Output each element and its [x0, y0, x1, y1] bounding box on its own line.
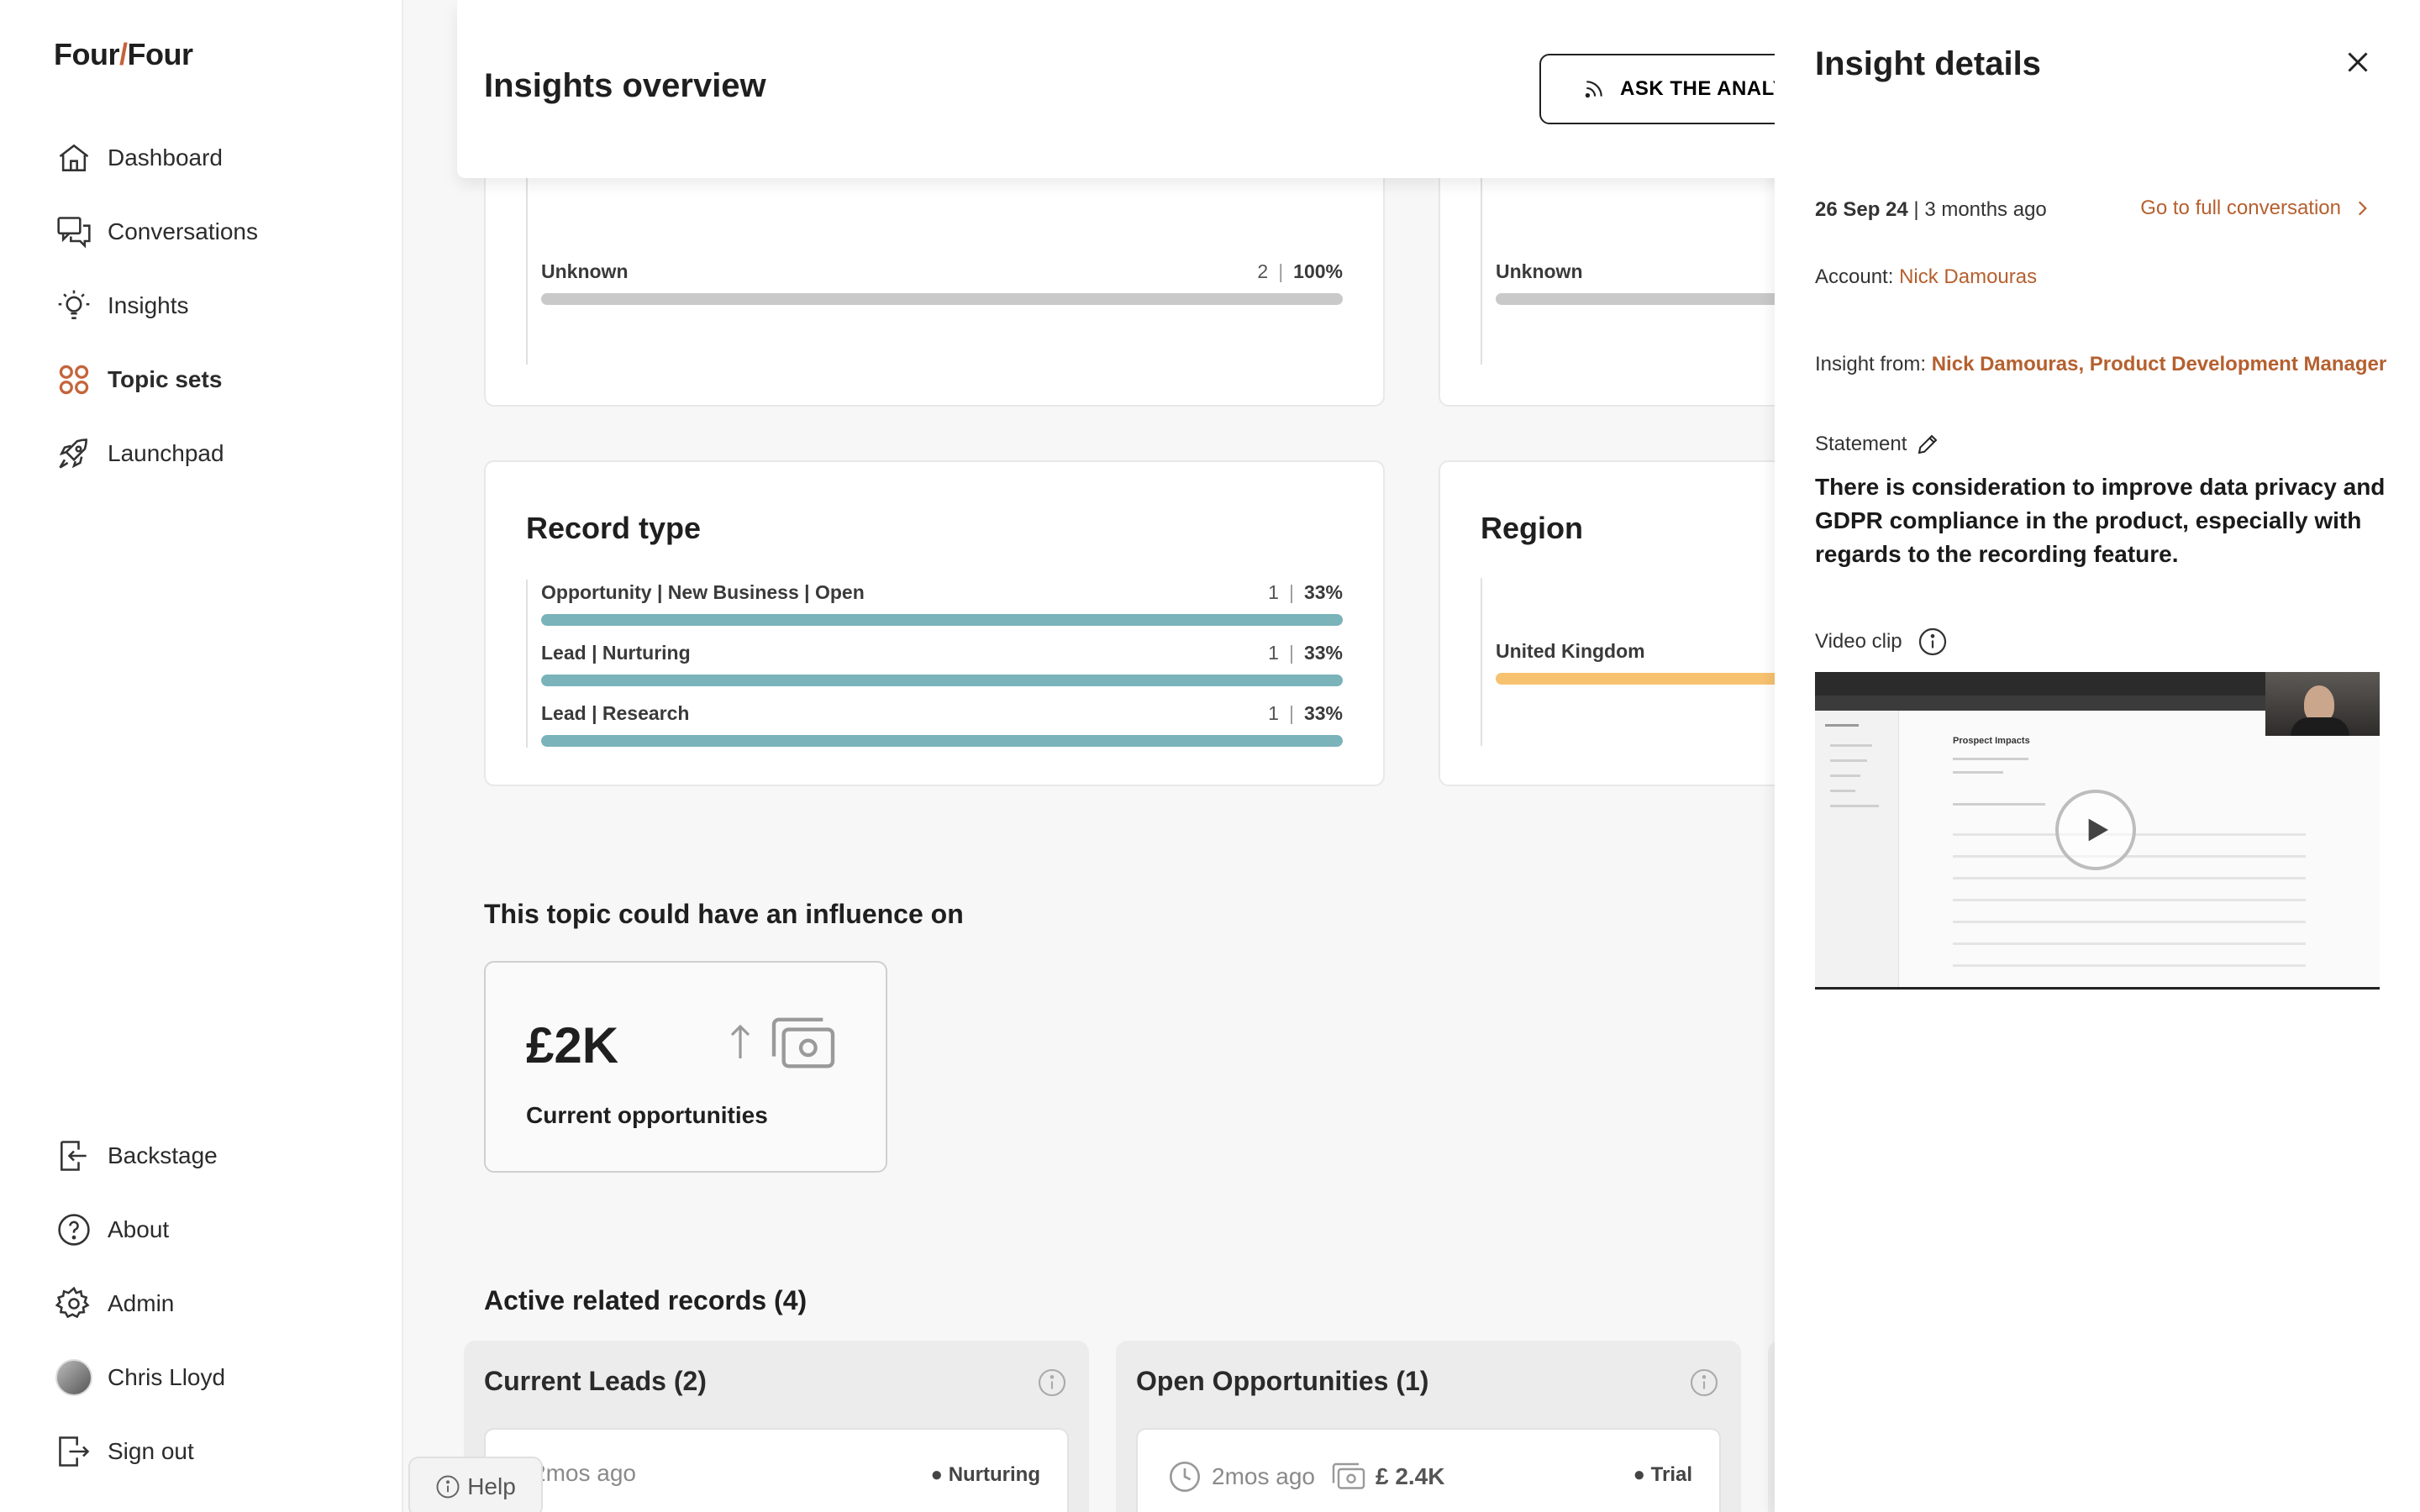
rss-icon [1585, 81, 1602, 98]
pencil-icon[interactable] [1915, 432, 1940, 457]
nav-dashboard[interactable]: Dashboard [54, 133, 223, 183]
third-records-card: C [1768, 1341, 1775, 1512]
progress-bar [541, 614, 1343, 626]
home-icon [54, 138, 94, 178]
nav-topic-sets[interactable]: Topic sets [54, 354, 222, 405]
help-circle-icon [54, 1210, 94, 1250]
insight-details-panel: Insight details 26 Sep 24 | 3 months ago… [1775, 0, 2420, 1512]
video-clip[interactable]: Prospect Impacts [1815, 672, 2380, 990]
chevron-right-icon [2358, 201, 2367, 216]
bar-row-united-kingdom: United Kingdom [1496, 640, 1775, 685]
insight-from-link[interactable]: Nick Damouras, Product Development Manag… [1932, 353, 2386, 375]
opportunity-record[interactable]: 2mos ago £ 2.4K ● Trial [1136, 1428, 1721, 1512]
bar-row: Lead | Research 1 | 33% [541, 702, 1343, 747]
progress-bar [1496, 293, 1775, 305]
influence-label: Current opportunities [526, 1102, 768, 1128]
nav-insights[interactable]: Insights [54, 281, 189, 331]
rocket-icon [54, 433, 94, 474]
page-header: Insights overview ASK THE ANALYS [457, 0, 1775, 178]
progress-bar [541, 293, 1343, 305]
money-icon [1332, 1462, 1365, 1489]
info-icon [436, 1475, 460, 1499]
nav-sign-out[interactable]: Sign out [54, 1426, 194, 1477]
influence-value: £2K [526, 1017, 619, 1074]
card-title: Region [1481, 511, 1583, 545]
go-to-conversation-link[interactable]: Go to full conversation [2140, 197, 2373, 220]
influence-title: This topic could have an influence on [484, 899, 964, 929]
panel-title: Insight details [1815, 45, 2041, 82]
current-leads-card: Current Leads (2) 2mos ago ● Nurturing [464, 1341, 1089, 1512]
info-icon[interactable] [1918, 627, 1948, 657]
close-icon[interactable] [2343, 47, 2373, 77]
bar-row-unknown-right: Unknown [1496, 260, 1775, 305]
play-icon [2088, 818, 2108, 842]
page-title: Insights overview [484, 67, 766, 104]
account-link[interactable]: Nick Damouras [1899, 265, 2037, 288]
info-icon[interactable] [1689, 1368, 1719, 1398]
video-thumbnail-content: Prospect Impacts [1899, 711, 2380, 987]
bar-row: Opportunity | New Business | Open 1 | 33% [541, 581, 1343, 626]
nav-conversations[interactable]: Conversations [54, 207, 258, 257]
open-opportunities-card: Open Opportunities (1) 2mos ago £ 2.4K ●… [1116, 1341, 1741, 1512]
login-icon [54, 1136, 94, 1176]
video-clip-label-row: Video clip [1815, 627, 1948, 657]
logout-icon [54, 1431, 94, 1472]
money-icon [771, 1017, 835, 1068]
play-button[interactable] [2055, 790, 2136, 870]
account-row: Account: Nick Damouras [1815, 265, 2038, 288]
bar-row-unknown: Unknown 2 | 100% [541, 260, 1343, 305]
progress-bar [1496, 673, 1775, 685]
related-records-title: Active related records (4) [484, 1285, 808, 1315]
video-thumbnail-sidebar [1815, 711, 1899, 987]
status-badge: ● Trial [1633, 1463, 1692, 1486]
arrow-up-icon [730, 1024, 750, 1058]
influence-card[interactable]: £2K Current opportunities [484, 961, 887, 1173]
info-icon[interactable] [1037, 1368, 1067, 1398]
nav-backstage[interactable]: Backstage [54, 1131, 218, 1181]
nav-admin[interactable]: Admin [54, 1278, 174, 1329]
card-title: Record type [526, 511, 702, 545]
chat-icon [54, 212, 94, 252]
brand-logo[interactable]: Four/Four [54, 37, 193, 72]
lead-record[interactable]: 2mos ago ● Nurturing [484, 1428, 1069, 1512]
insight-date: 26 Sep 24 | 3 months ago [1815, 198, 2047, 221]
nav-launchpad[interactable]: Launchpad [54, 428, 224, 479]
help-button[interactable]: Help [408, 1457, 543, 1512]
statement-label-row: Statement [1815, 432, 1940, 457]
webcam-overlay [2265, 672, 2380, 736]
region-card: Region United Kingdom [1439, 460, 1775, 786]
nav-about[interactable]: About [54, 1205, 169, 1255]
record-type-card: Record type Opportunity | New Business |… [484, 460, 1385, 786]
bar-row: Lead | Nurturing 1 | 33% [541, 642, 1343, 686]
gear-icon [54, 1284, 94, 1324]
grid-circles-icon [54, 360, 94, 400]
insight-from-row: Insight from: Nick Damouras, Product Dev… [1815, 353, 2387, 375]
clock-icon [1170, 1462, 1200, 1492]
progress-bar [541, 735, 1343, 747]
statement-text: There is consideration to improve data p… [1815, 474, 2386, 567]
progress-bar [541, 675, 1343, 686]
lightbulb-icon [54, 286, 94, 326]
ask-analyst-button[interactable]: ASK THE ANALYS [1539, 54, 1775, 124]
sidebar: Four/Four Dashboard Conversations Insigh… [0, 0, 403, 1512]
main-content: Insights overview ASK THE ANALYS Unknown… [403, 0, 1775, 1512]
status-badge: ● Nurturing [930, 1463, 1040, 1486]
nav-profile[interactable]: Chris Lloyd [54, 1352, 225, 1403]
avatar [55, 1359, 92, 1396]
